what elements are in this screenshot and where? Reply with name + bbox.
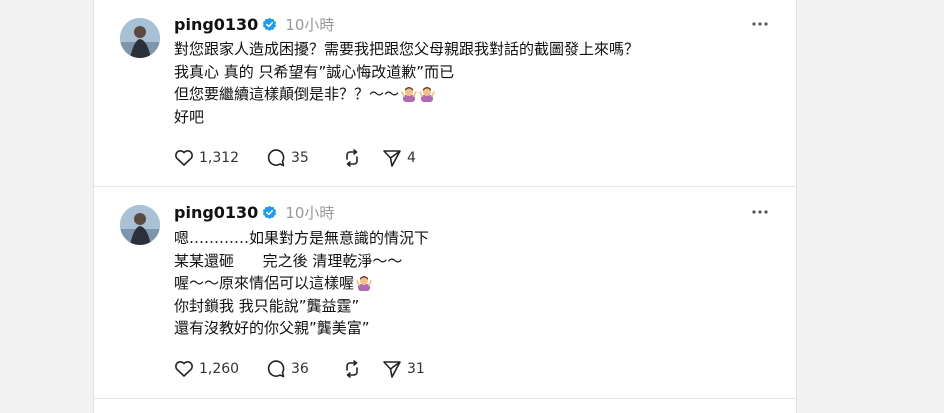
avatar[interactable]	[120, 205, 160, 245]
post-text: 嗯…………如果對方是無意識的情況下 某某還砸 完之後 清理乾淨～～ 喔～～原來情…	[174, 227, 429, 340]
timestamp[interactable]: 10小時	[285, 202, 334, 223]
like-button[interactable]: 1,260	[174, 359, 266, 379]
person-shrugging-emoji-icon	[419, 87, 435, 102]
post-divider	[94, 186, 796, 187]
repost-icon	[346, 149, 358, 167]
heart-icon	[175, 361, 193, 377]
post-text-line: 嗯…………如果對方是無意識的情況下	[174, 229, 430, 247]
post-text-line: 我真心 真的 只希望有”誠心悔改道歉”而已	[174, 62, 455, 81]
send-icon	[383, 150, 401, 167]
post-text-line-with-emoji: 但您要繼續這樣顛倒是非？？～～	[174, 83, 639, 106]
post-text-line: 你封鎖我 我只能說”龔益霆”	[174, 296, 360, 315]
post-text-line: 好吧	[174, 107, 205, 126]
username[interactable]: ping0130	[174, 203, 258, 222]
timestamp[interactable]: 10小時	[285, 14, 334, 35]
comment-icon	[267, 149, 285, 167]
post[interactable]: ping0130 10小時 對您跟家人造成困擾？需要我把跟您父母親跟我對話的截圖…	[94, 0, 796, 187]
verified-badge-icon	[263, 17, 277, 31]
like-button[interactable]: 1,312	[174, 148, 266, 168]
threads-feed: ping0130 10小時 對您跟家人造成困擾？需要我把跟您父母親跟我對話的截圖…	[93, 0, 797, 413]
post-text-line: 還有沒教好的你父親”龔美富”	[174, 319, 370, 337]
username[interactable]: ping0130	[174, 15, 258, 34]
share-button[interactable]: 31	[382, 359, 425, 379]
person-shrugging-emoji-icon	[356, 276, 372, 291]
verified-badge-icon	[263, 205, 277, 219]
more-options-icon[interactable]	[750, 14, 770, 34]
comment-icon	[267, 360, 285, 378]
comment-button[interactable]: 36	[266, 359, 342, 379]
share-count: 31	[407, 361, 425, 377]
post[interactable]: ping0130 10小時 嗯…………如果對方是無意識的情況下 某某還砸 完之後…	[94, 188, 796, 399]
post-divider	[94, 398, 796, 399]
like-count: 1,312	[199, 150, 240, 166]
post-text-line-with-emoji: 喔～～原來情侶可以這樣喔	[174, 272, 429, 295]
post-text: 對您跟家人造成困擾？需要我把跟您父母親跟我對話的截圖發上來嗎？ 我真心 真的 只…	[174, 38, 639, 128]
repost-button[interactable]	[342, 148, 382, 168]
post-actions: 1,312 35 4	[174, 146, 416, 170]
repost-icon	[346, 360, 358, 378]
post-text-line: 某某還砸 完之後 清理乾淨～～	[174, 251, 403, 270]
avatar[interactable]	[120, 18, 160, 58]
post-text-line: 對您跟家人造成困擾？需要我把跟您父母親跟我對話的截圖發上來嗎？	[174, 40, 640, 58]
post-header: ping0130 10小時	[174, 13, 334, 35]
post-header: ping0130 10小時	[174, 201, 334, 223]
share-button[interactable]: 4	[382, 148, 416, 168]
person-shrugging-emoji-icon	[401, 87, 417, 102]
comment-count: 36	[291, 361, 309, 377]
post-text-fragment: 但您要繼續這樣顛倒是非？？～～	[174, 85, 400, 103]
comment-button[interactable]: 35	[266, 148, 342, 168]
comment-count: 35	[291, 150, 309, 166]
send-icon	[383, 361, 401, 378]
post-actions: 1,260 36 31	[174, 357, 425, 381]
share-count: 4	[407, 150, 416, 166]
more-options-icon[interactable]	[750, 202, 770, 222]
like-count: 1,260	[199, 361, 240, 377]
post-text-fragment: 喔～～原來情侶可以這樣喔	[174, 274, 355, 292]
repost-button[interactable]	[342, 359, 382, 379]
heart-icon	[175, 150, 193, 166]
